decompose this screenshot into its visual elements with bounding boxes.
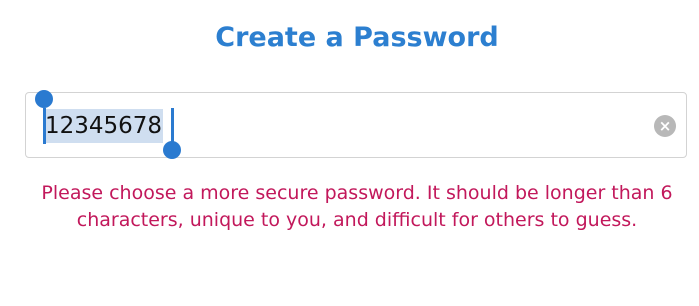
clear-icon[interactable]: × <box>654 115 676 137</box>
selection-end-handle-icon[interactable] <box>163 141 181 159</box>
password-input[interactable]: 12345678 × <box>25 90 687 159</box>
selection-start-caret[interactable] <box>43 108 46 144</box>
page-title: Create a Password <box>215 22 499 53</box>
selection-start-handle-icon[interactable] <box>35 90 53 108</box>
create-password-screen: Create a Password 12345678 × Please choo… <box>0 0 699 306</box>
password-error-message: Please choose a more secure password. It… <box>41 182 673 231</box>
password-value-selected[interactable]: 12345678 <box>44 109 164 143</box>
